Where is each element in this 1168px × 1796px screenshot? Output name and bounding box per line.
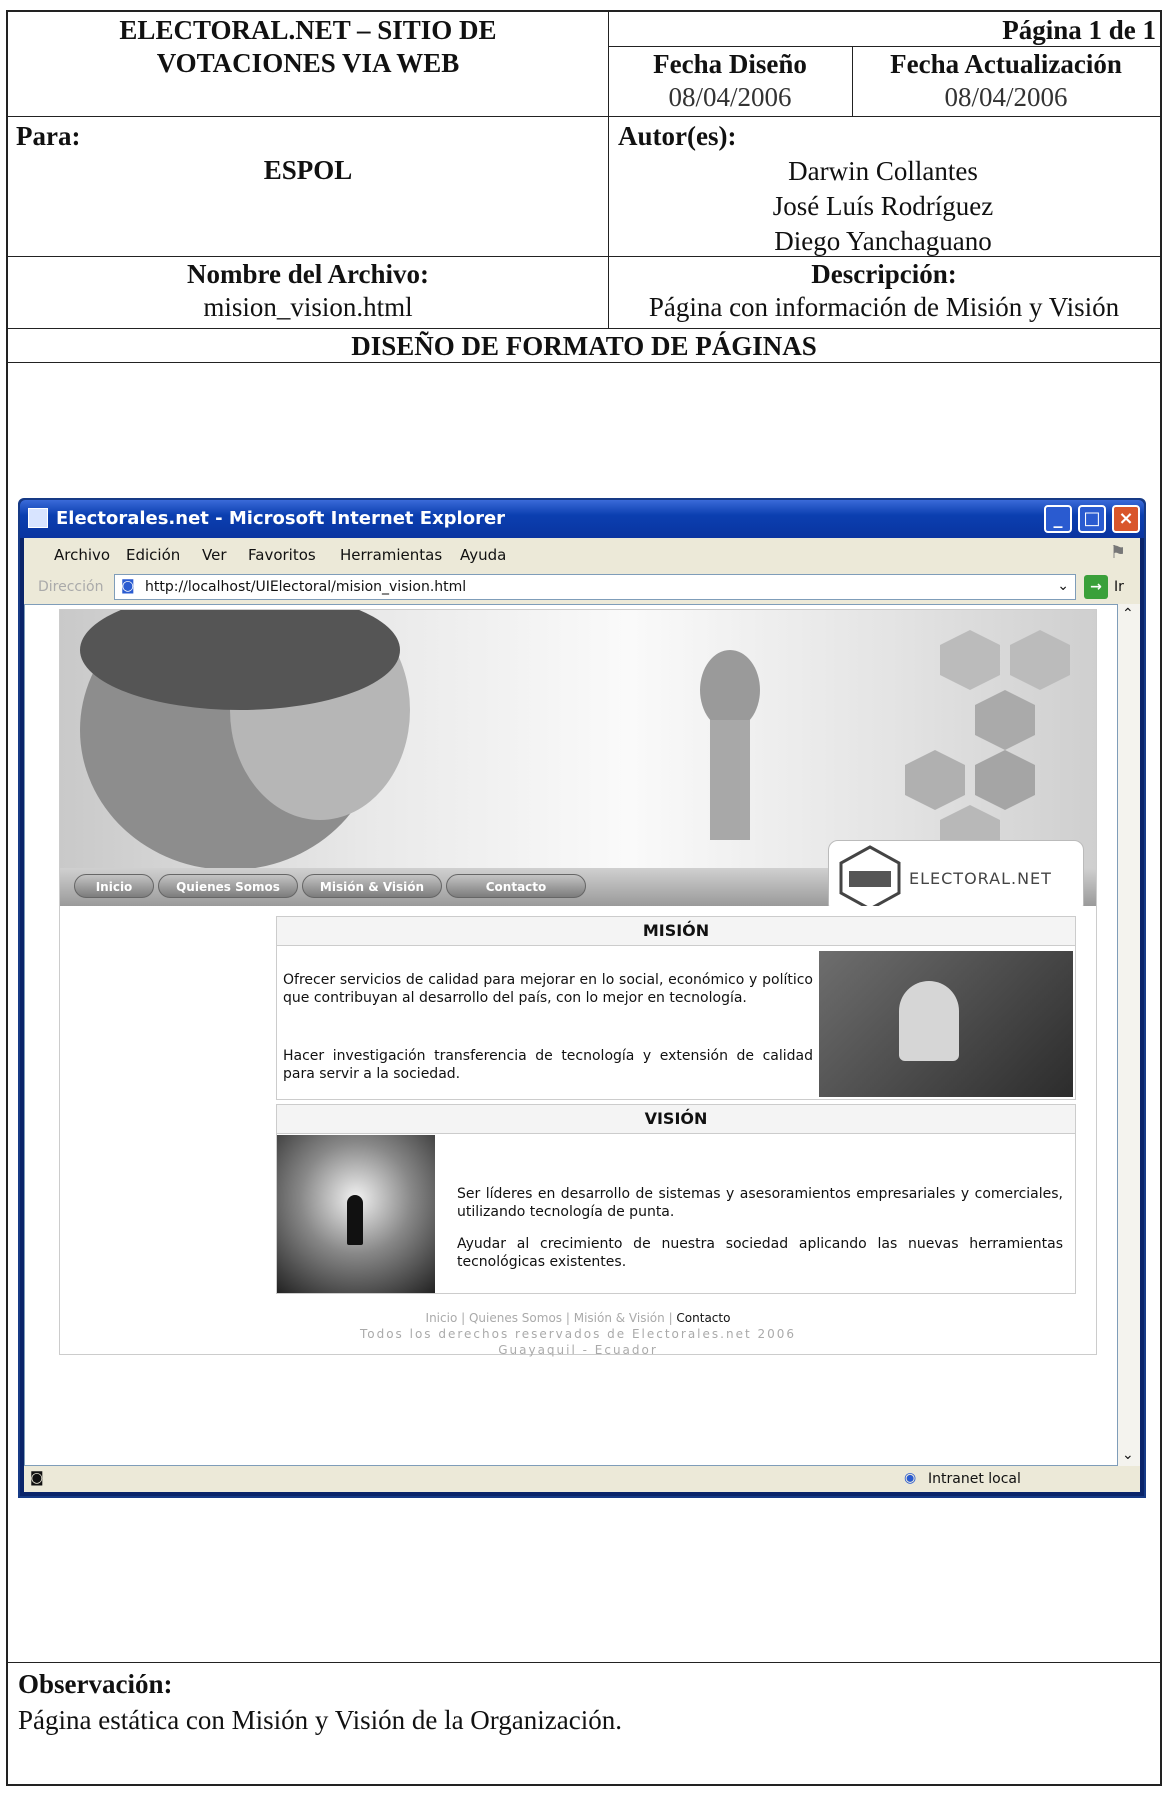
ie-icon bbox=[28, 508, 48, 528]
man-figure-shape bbox=[700, 650, 760, 730]
fecha-actualizacion-label: Fecha Actualización bbox=[890, 49, 1122, 79]
archivo-label: Nombre del Archivo: bbox=[187, 259, 429, 289]
menu-edicion[interactable]: Edición bbox=[126, 546, 180, 564]
title-bar: Electorales.net - Microsoft Internet Exp… bbox=[20, 500, 1144, 538]
vertical-scrollbar[interactable]: ⌃ ⌄ bbox=[1118, 604, 1140, 1466]
fecha-diseno-label: Fecha Diseño bbox=[653, 49, 807, 79]
vision-title: VISIÓN bbox=[277, 1105, 1075, 1134]
scroll-up-icon[interactable]: ⌃ bbox=[1122, 606, 1134, 623]
descripcion: Descripción: Página con información de M… bbox=[608, 258, 1160, 324]
menu-archivo[interactable]: Archivo bbox=[54, 546, 110, 564]
para-label: Para: bbox=[16, 121, 81, 151]
footer-location: Guayaquil - Ecuador bbox=[498, 1343, 658, 1357]
archivo: Nombre del Archivo: mision_vision.html bbox=[8, 258, 608, 324]
descripcion-value: Página con información de Misión y Visió… bbox=[648, 292, 1120, 322]
autores-label: Autor(es): bbox=[618, 121, 737, 151]
address-field[interactable]: ◙ http://localhost/UIElectoral/mision_vi… bbox=[114, 574, 1076, 600]
autor: José Luís Rodríguez bbox=[772, 191, 994, 221]
vision-section: VISIÓN Ser líderes en desarrollo de sist… bbox=[276, 1104, 1076, 1294]
hexagon-shape bbox=[905, 750, 965, 810]
logo-icon bbox=[839, 845, 901, 906]
title-line-1: ELECTORAL.NET – SITIO DE bbox=[119, 15, 497, 45]
zone-label: Intranet local bbox=[928, 1471, 1021, 1487]
hexagon-shape bbox=[975, 750, 1035, 810]
go-label[interactable]: Ir bbox=[1114, 579, 1124, 595]
address-bar: Dirección ◙ http://localhost/UIElectoral… bbox=[24, 570, 1140, 604]
site-logo: ELECTORAL.NET bbox=[828, 840, 1084, 906]
fecha-actualizacion-value: 08/04/2006 bbox=[944, 82, 1068, 112]
autores-list: Darwin Collantes José Luís Rodríguez Die… bbox=[608, 154, 1158, 259]
logo-text: ELECTORAL.NET bbox=[909, 869, 1052, 888]
window-title: Electorales.net - Microsoft Internet Exp… bbox=[56, 508, 506, 529]
corridor-photo bbox=[277, 1135, 435, 1293]
fecha-diseno-value: 08/04/2006 bbox=[668, 82, 792, 112]
title-line-2: VOTACIONES VIA WEB bbox=[156, 48, 460, 78]
section-title: DISEÑO DE FORMATO DE PÁGINAS bbox=[351, 331, 817, 361]
footer-link-inicio[interactable]: Inicio bbox=[426, 1311, 458, 1325]
vision-paragraph-1: Ser líderes en desarrollo de sistemas y … bbox=[457, 1186, 1063, 1220]
fecha-actualizacion: Fecha Actualización 08/04/2006 bbox=[852, 48, 1160, 114]
menu-bar: Archivo Edición Ver Favoritos Herramient… bbox=[24, 538, 1140, 570]
divider bbox=[8, 328, 1160, 329]
mision-paragraph-1: Ofrecer servicios de calidad para mejora… bbox=[283, 972, 813, 1006]
archivo-value: mision_vision.html bbox=[203, 292, 413, 322]
man-body-shape bbox=[710, 720, 750, 840]
hexagon-shape bbox=[940, 630, 1000, 690]
close-button[interactable]: × bbox=[1112, 505, 1140, 533]
nav-mision-vision[interactable]: Misión & Visión bbox=[302, 874, 442, 898]
banner-image: Inicio Quienes Somos Misión & Visión Con… bbox=[60, 610, 1096, 906]
nav-contacto[interactable]: Contacto bbox=[446, 874, 586, 898]
divider bbox=[8, 1662, 1160, 1663]
vision-paragraph-2: Ayudar al crecimiento de nuestra socieda… bbox=[457, 1236, 1063, 1270]
menu-ver[interactable]: Ver bbox=[202, 546, 227, 564]
menu-favoritos[interactable]: Favoritos bbox=[248, 546, 316, 564]
browser-client: Archivo Edición Ver Favoritos Herramient… bbox=[24, 538, 1140, 1492]
page-status-icon: ◙ bbox=[30, 1470, 44, 1486]
divider bbox=[8, 116, 1160, 117]
scroll-down-icon[interactable]: ⌄ bbox=[1122, 1447, 1134, 1464]
chevron-down-icon[interactable]: ⌄ bbox=[1057, 578, 1069, 594]
maximize-button[interactable]: □ bbox=[1078, 505, 1106, 533]
url-text: http://localhost/UIElectoral/mision_visi… bbox=[145, 579, 467, 595]
mision-section: MISIÓN Ofrecer servicios de calidad para… bbox=[276, 916, 1076, 1100]
hexagon-shape bbox=[975, 690, 1035, 750]
footer-link-quienes-somos[interactable]: Quienes Somos bbox=[469, 1311, 562, 1325]
autor: Darwin Collantes bbox=[788, 156, 978, 186]
address-label: Dirección bbox=[38, 579, 104, 595]
mision-paragraph-2: Hacer investigación transferencia de tec… bbox=[283, 1048, 813, 1082]
minimize-button[interactable]: _ bbox=[1044, 505, 1072, 533]
document-title: ELECTORAL.NET – SITIO DE VOTACIONES VIA … bbox=[8, 14, 608, 80]
go-arrow-icon[interactable]: → bbox=[1084, 575, 1108, 599]
para-value: ESPOL bbox=[263, 155, 353, 185]
observacion-label: Observación: bbox=[18, 1669, 173, 1699]
photo-figure-shape bbox=[347, 1195, 363, 1245]
browser-window: Electorales.net - Microsoft Internet Exp… bbox=[18, 498, 1146, 1498]
nav-quienes-somos[interactable]: Quienes Somos bbox=[158, 874, 298, 898]
observacion-text: Página estática con Misión y Visión de l… bbox=[18, 1705, 622, 1735]
status-bar: ◙ ◉ Intranet local bbox=[24, 1466, 1140, 1492]
menu-herramientas[interactable]: Herramientas bbox=[340, 546, 442, 564]
footer-links: Inicio | Quienes Somos | Misión & Visión… bbox=[425, 1311, 731, 1325]
fecha-diseno: Fecha Diseño 08/04/2006 bbox=[608, 48, 852, 114]
footer-copyright: Todos los derechos reservados de Elector… bbox=[359, 1327, 797, 1341]
windows-flag-icon: ⚑ bbox=[1109, 542, 1126, 563]
mision-title: MISIÓN bbox=[277, 917, 1075, 946]
menu-ayuda[interactable]: Ayuda bbox=[460, 546, 506, 564]
page-icon: ◙ bbox=[121, 578, 135, 594]
footer-link-contacto[interactable]: Contacto bbox=[676, 1311, 730, 1325]
intranet-icon: ◉ bbox=[904, 1470, 917, 1486]
businessman-photo bbox=[819, 951, 1073, 1097]
web-page: Inicio Quienes Somos Misión & Visión Con… bbox=[59, 609, 1097, 1358]
hexagon-shape bbox=[1010, 630, 1070, 690]
autor: Diego Yanchaguano bbox=[774, 226, 992, 256]
page-viewport: Inicio Quienes Somos Misión & Visión Con… bbox=[24, 604, 1118, 1466]
nav-inicio[interactable]: Inicio bbox=[74, 874, 154, 898]
page-number: Página 1 de 1 bbox=[1002, 15, 1156, 45]
footer-link-mision-vision[interactable]: Misión & Visión bbox=[574, 1311, 665, 1325]
site-footer: Inicio | Quienes Somos | Misión & Visión… bbox=[60, 1310, 1096, 1358]
descripcion-label: Descripción: bbox=[811, 259, 957, 289]
photo-figure-shape bbox=[899, 981, 959, 1061]
